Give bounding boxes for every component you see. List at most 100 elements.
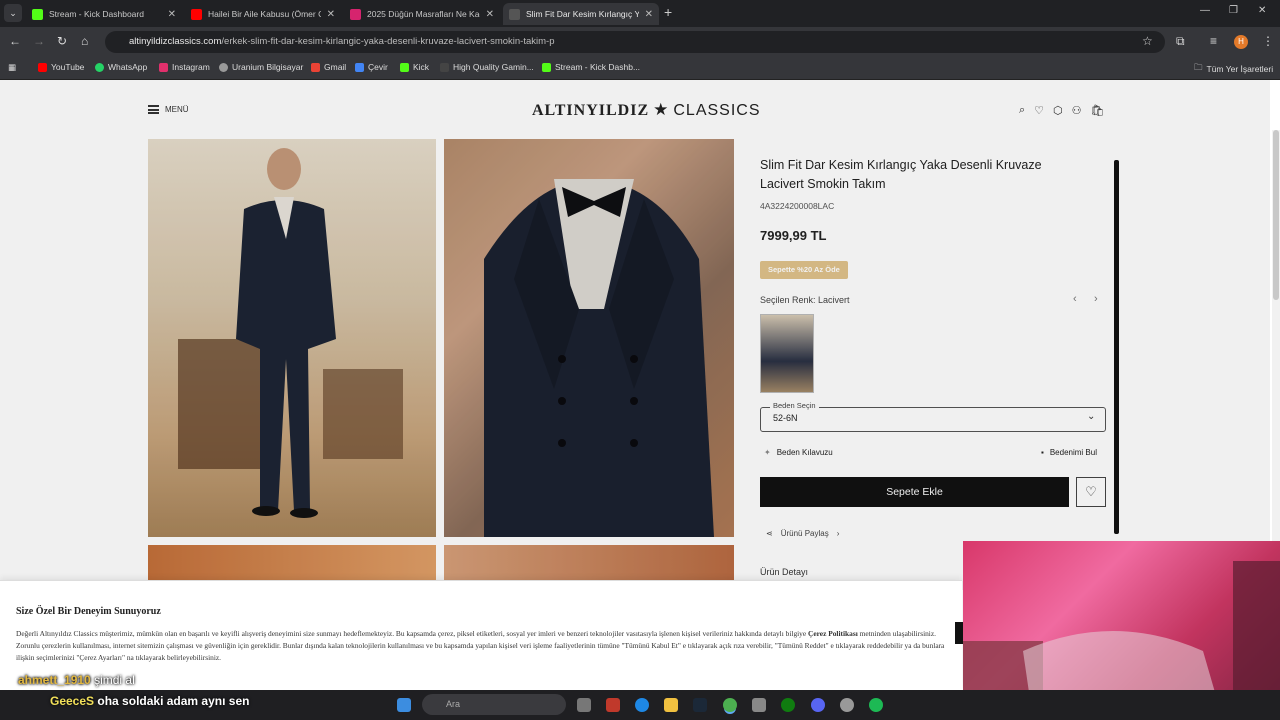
bookmark-label: Uranium Bilgisayar	[232, 62, 304, 72]
find-my-size-label: Bedenimi Bul	[1049, 448, 1097, 457]
windows-start-icon[interactable]	[397, 698, 411, 712]
bookmark-star-icon[interactable]: ☆	[1142, 34, 1153, 48]
chat-message: GeeceS oha soldaki adam aynı sen	[50, 694, 249, 708]
chat-text: oha soldaki adam aynı sen	[97, 694, 250, 708]
bookmark-instagram[interactable]: Instagram	[159, 62, 210, 72]
xbox-icon[interactable]	[781, 698, 795, 712]
add-to-cart-button[interactable]: Sepete Ekle	[760, 477, 1069, 507]
home-icon[interactable]: ⌂	[81, 34, 88, 48]
bookmark-kick[interactable]: Kick	[400, 62, 429, 72]
promo-badge: Sepette %20 Az Öde	[760, 261, 848, 279]
size-select[interactable]	[760, 407, 1106, 432]
hamburger-icon	[148, 105, 159, 114]
extensions-icon[interactable]: ⧉	[1176, 34, 1185, 49]
globe-icon	[219, 62, 228, 72]
heart-icon[interactable]: ♡	[1034, 104, 1044, 117]
product-photo-full[interactable]	[148, 139, 436, 537]
back-icon[interactable]: ←	[9, 34, 21, 48]
jacket-closeup-illustration	[484, 179, 714, 537]
tab-search-button[interactable]: ⌄	[4, 4, 22, 22]
all-bookmarks[interactable]: 🗀 Tüm Yer İşaretleri	[1194, 62, 1273, 76]
profile-avatar[interactable]: H	[1234, 35, 1248, 49]
product-photo-closeup[interactable]	[444, 139, 734, 537]
discord-icon[interactable]	[811, 698, 825, 712]
cookie-policy-link[interactable]: Çerez Politikası	[808, 629, 858, 638]
bookmark-label: YouTube	[51, 62, 85, 72]
share-label: Ürünü Paylaş	[780, 529, 829, 538]
tab-youtube[interactable]: Hailei Bir Aile Kabusu (Ömer Gü ✕	[185, 3, 341, 25]
info-panel-scrollbar[interactable]	[1114, 160, 1119, 534]
heart-icon: ♡	[1085, 484, 1097, 499]
url-path: /erkek-slim-fit-dar-kesim-kirlangic-yaka…	[221, 36, 555, 47]
menu-kebab-icon[interactable]: ⋮	[1262, 34, 1274, 48]
url-field[interactable]: altinyildizclassics.com/erkek-slim-fit-d…	[105, 31, 1165, 53]
box-icon[interactable]: ⬡	[1053, 104, 1063, 117]
chevron-down-icon[interactable]: ⌄	[1087, 411, 1095, 422]
address-bar-row: ← → ↻ ⌂ altinyildizclassics.com/erkek-sl…	[0, 27, 1280, 57]
site-logo[interactable]: ALTINYILDIZ ★ CLASSICS	[532, 100, 761, 120]
shield-icon[interactable]	[606, 698, 620, 712]
forward-icon[interactable]: →	[33, 34, 45, 48]
bookmark-label: WhatsApp	[108, 62, 148, 72]
cart-icon[interactable]: 🛍	[1091, 104, 1105, 117]
share-product-link[interactable]: ⋖ Ürünü Paylaş ›	[766, 529, 839, 538]
spotify-icon[interactable]	[869, 698, 883, 712]
tab-kick-dashboard[interactable]: Stream - Kick Dashboard ✕	[26, 3, 182, 25]
bookmark-gaming[interactable]: High Quality Gamin...	[440, 62, 534, 72]
color-swatch-navy[interactable]	[760, 314, 814, 393]
youtube-icon	[38, 62, 47, 72]
chat-text: şimdi al	[94, 673, 135, 687]
minimize-icon[interactable]: —	[1200, 5, 1210, 16]
file-explorer-icon[interactable]	[664, 698, 678, 712]
search-icon[interactable]: ⌕	[1019, 104, 1025, 117]
close-icon[interactable]: ✕	[327, 9, 335, 20]
bookmark-label: High Quality Gamin...	[453, 62, 534, 72]
kick-icon	[400, 62, 409, 72]
bookmark-uranium[interactable]: Uranium Bilgisayar	[219, 62, 303, 72]
apps-icon[interactable]: ▦	[8, 62, 16, 73]
bookmark-kick-dashboard[interactable]: Stream - Kick Dashb...	[542, 62, 640, 72]
new-tab-icon[interactable]: +	[664, 4, 672, 20]
site-favicon-icon	[350, 8, 361, 20]
tab-product-page[interactable]: Slim Fit Dar Kesim Kırlangıç Yak ✕	[503, 3, 659, 25]
edge-icon[interactable]	[635, 698, 649, 712]
bookmark-label: Kick	[413, 62, 430, 72]
store-icon[interactable]	[752, 698, 766, 712]
close-icon[interactable]: ✕	[168, 9, 176, 20]
media-icon[interactable]: ≡	[1210, 34, 1217, 48]
product-details-heading[interactable]: Ürün Detayı	[760, 567, 808, 577]
bookmark-gmail[interactable]: Gmail	[311, 62, 346, 72]
chevron-left-icon[interactable]: ‹	[1073, 293, 1077, 305]
bookmark-youtube[interactable]: YouTube	[38, 62, 84, 72]
bookmark-whatsapp[interactable]: WhatsApp	[95, 62, 147, 72]
restore-icon[interactable]: ❐	[1229, 5, 1238, 16]
model-full-body-illustration	[178, 148, 403, 518]
bookmark-label: Stream - Kick Dashb...	[555, 62, 641, 72]
cookie-side-tab[interactable]	[955, 622, 963, 644]
site-menu-button[interactable]: MENÜ	[148, 105, 189, 114]
tab-bar: ⌄ Stream - Kick Dashboard ✕ Hailei Bir A…	[0, 0, 1280, 27]
close-icon[interactable]: ✕	[645, 9, 653, 20]
star-icon: ★	[653, 100, 670, 119]
page-scrollbar-thumb[interactable]	[1273, 130, 1279, 300]
reload-icon[interactable]: ↻	[57, 34, 67, 48]
bookmark-label: Instagram	[172, 62, 210, 72]
url-domain: altinyildizclassics.com	[129, 36, 222, 47]
task-view-icon[interactable]	[577, 698, 591, 712]
cookie-title: Size Özel Bir Deneyim Sunuyoruz	[16, 606, 161, 617]
bookmarks-bar: ▦ YouTube WhatsApp Instagram Uranium Bil…	[0, 57, 1280, 80]
chevron-right-icon[interactable]: ›	[1094, 293, 1098, 305]
bookmark-translate[interactable]: Çevir	[355, 62, 388, 72]
user-icon[interactable]: ⚇	[1072, 104, 1082, 117]
close-window-icon[interactable]: ✕	[1258, 5, 1266, 16]
taskbar-search[interactable]: Ara	[422, 694, 566, 715]
settings-icon[interactable]	[840, 698, 854, 712]
close-icon[interactable]: ✕	[486, 9, 494, 20]
whatsapp-icon	[95, 62, 104, 72]
size-guide-link[interactable]: ✦ Beden Kılavuzu	[764, 448, 833, 457]
chrome-icon[interactable]	[723, 698, 737, 712]
steam-icon[interactable]	[693, 698, 707, 712]
favorite-button[interactable]: ♡	[1076, 477, 1106, 507]
tab-wedding-costs[interactable]: 2025 Düğün Masrafları Ne Kad ✕	[344, 3, 500, 25]
find-my-size-link[interactable]: ▪ Bedenimi Bul	[1041, 448, 1097, 457]
